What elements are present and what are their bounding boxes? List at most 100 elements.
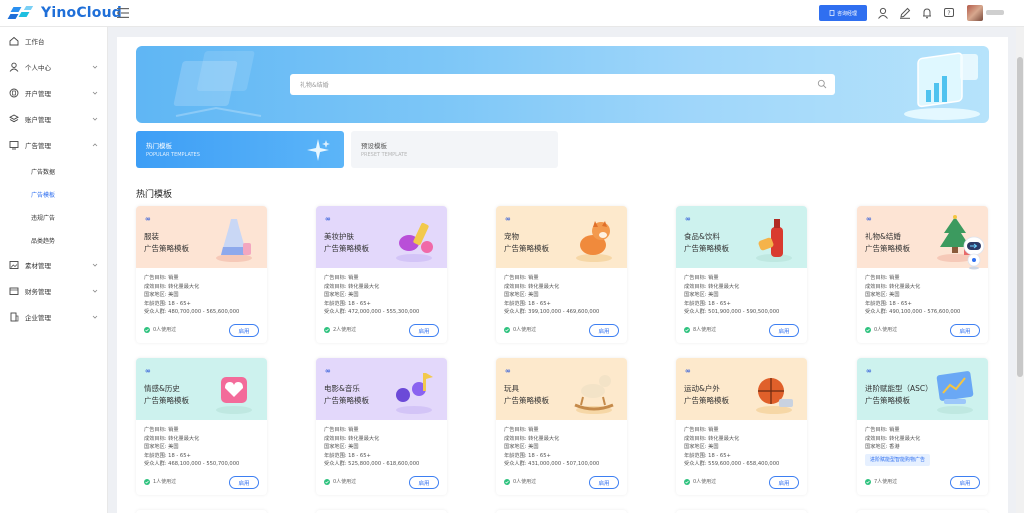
edit-icon[interactable] xyxy=(899,7,911,19)
sidebar-item-label: 企业管理 xyxy=(25,314,51,322)
sidebar-item-finance-management[interactable]: 财务管理 xyxy=(0,282,108,300)
template-card[interactable]: ∞ 运动&户外 广告策略模板 广告目标: 销量 成效目标: 转化量最大化 国家地区: 美国… xyxy=(676,358,807,495)
sidebar-subitem-category-trends[interactable]: 品类趋势 xyxy=(31,236,55,245)
scrollbar-thumb[interactable] xyxy=(1017,57,1023,377)
sidebar-item-label: 素材管理 xyxy=(25,262,51,270)
sidebar-item-ad-management[interactable]: 广告管理 xyxy=(0,136,108,154)
attr-label: 受众人群: xyxy=(504,309,527,315)
use-template-button[interactable]: 启用 xyxy=(589,324,619,337)
meta-logo-icon: ∞ xyxy=(145,367,151,375)
template-card[interactable]: ∞ 食品&饮料 广告策略模板 广告目标: 销量 成效目标: 转化量最大化 国家地区: 美国… xyxy=(676,206,807,343)
template-card[interactable]: ∞ 电影&音乐 广告策略模板 广告目标: 销量 成效目标: 转化量最大化 国家地区: 美国… xyxy=(316,358,447,495)
attr-value: 美国 xyxy=(708,444,719,450)
attr-country: 国家地区: 美国 xyxy=(684,291,779,300)
template-card[interactable]: ∞ 宠物 广告策略模板 广告目标: 销量 成效目标: 转化量最大化 国家地区: 美国 年龄范… xyxy=(496,206,627,343)
tab-popular-templates[interactable]: 热门模板 POPULAR TEMPLATES xyxy=(136,131,344,168)
sidebar-subitem-ad-templates[interactable]: 广告模板 xyxy=(31,190,55,199)
asc-shopping-ads-link[interactable]: 进阶赋能型智能购物广告 xyxy=(865,453,931,466)
attr-label: 广告目标: xyxy=(684,275,707,281)
attr-label: 成效目标: xyxy=(504,283,527,290)
search-icon[interactable] xyxy=(817,79,827,89)
sidebar-subitem-ad-data[interactable]: 广告数据 xyxy=(31,167,55,176)
attr-label: 国家地区: xyxy=(324,292,347,298)
search-input[interactable]: 礼物&结婚 xyxy=(300,80,329,89)
sidebar-subitem-violation-ads[interactable]: 违规广告 xyxy=(31,213,55,222)
tab-preset-templates[interactable]: 预设模板 PRESET TEMPLATE xyxy=(351,131,558,168)
use-template-button[interactable]: 启用 xyxy=(769,324,799,337)
attr-value: 销量 xyxy=(168,275,179,281)
page-scrollbar[interactable] xyxy=(1016,27,1024,513)
sidebar-item-account-opening[interactable]: 开户管理 xyxy=(0,84,108,102)
attr-label: 年龄范围: xyxy=(684,300,707,307)
attr-conversion: 成效目标: 转化量最大化 xyxy=(684,435,779,444)
attr-goal: 广告目标: 销量 xyxy=(684,426,779,435)
tab-subtitle: PRESET TEMPLATE xyxy=(361,152,408,158)
avatar[interactable] xyxy=(967,5,983,21)
attr-value: 转化量最大化 xyxy=(889,435,921,442)
attr-label: 受众人群: xyxy=(324,309,347,315)
use-template-button[interactable]: 启用 xyxy=(950,324,980,337)
template-card[interactable]: ∞ 进阶赋能型（ASC） 广告策略模板 广告目标: 销量 成效目标: 转化量最大化 国家地… xyxy=(857,358,988,495)
meta-logo-icon: ∞ xyxy=(866,367,872,375)
sidebar-item-workbench[interactable]: 工作台 xyxy=(0,32,108,50)
use-template-button[interactable]: 启用 xyxy=(589,476,619,489)
sidebar-item-enterprise-management[interactable]: 企业管理 xyxy=(0,308,108,326)
use-template-button[interactable]: 启用 xyxy=(409,476,439,489)
attr-country: 国家地区: 美国 xyxy=(144,443,239,452)
attr-audience: 受众人群: 490,100,000 - 576,600,000 xyxy=(865,308,960,317)
attr-value: 18 - 65+ xyxy=(348,300,371,307)
attr-country: 国家地区: 美国 xyxy=(324,291,419,300)
attr-audience: 受众人群: 472,000,000 - 555,300,000 xyxy=(324,308,419,317)
card-header: ∞ 服装 广告策略模板 xyxy=(136,206,267,268)
card-header: ∞ 电影&音乐 广告策略模板 xyxy=(316,358,447,420)
card-subtitle: 广告策略模板 xyxy=(504,244,549,253)
use-template-button[interactable]: 启用 xyxy=(229,324,259,337)
check-circle-icon xyxy=(324,326,330,333)
menu-collapse-icon[interactable] xyxy=(117,8,129,18)
use-template-button[interactable]: 启用 xyxy=(409,324,439,337)
template-card[interactable]: ∞ 玩具 广告策略模板 广告目标: 销量 成效目标: 转化量最大化 国家地区: 美国 年龄范… xyxy=(496,358,627,495)
cosmetics-icon xyxy=(396,222,433,262)
sidebar-item-personal-center[interactable]: 个人中心 xyxy=(0,58,108,76)
attr-value: 销量 xyxy=(708,427,719,433)
template-card[interactable]: ∞ 服装 广告策略模板广告目标: 销量 成效目标: 转化量最大化 国家地区: 美国 年龄范… xyxy=(136,206,267,343)
card-title: 电影&音乐 xyxy=(324,384,360,393)
consult-manager-button[interactable]: 咨询经理 xyxy=(819,5,867,21)
sidebar-item-account-management[interactable]: 账户管理 xyxy=(0,110,108,128)
use-template-button[interactable]: 启用 xyxy=(229,476,259,489)
meta-logo-icon: ∞ xyxy=(685,367,691,375)
card-header: ∞ 进阶赋能型（ASC） 广告策略模板 xyxy=(857,358,988,420)
chevron-up-icon xyxy=(92,143,98,147)
template-card[interactable]: ∞ 情感&历史 广告策略模板 广告目标: 销量 成效目标: 转化量最大化 国家地区: 美国… xyxy=(136,358,267,495)
template-search-bar[interactable]: 礼物&结婚 xyxy=(290,74,835,95)
meta-logo-icon: ∞ xyxy=(145,215,151,223)
template-card[interactable]: ∞ 礼物&结婚 广告策略模板 广告目标: 销量 成效目标: 转化量最大化 国家地区: 美国… xyxy=(857,206,988,343)
use-template-button[interactable]: 启用 xyxy=(769,476,799,489)
attr-country: 国家地区: 美国 xyxy=(504,291,599,300)
chevron-down-icon xyxy=(92,263,98,267)
card-attributes: 广告目标: 销量 成效目标: 转化量最大化 国家地区: 美国 年龄范围: 18 - 6… xyxy=(144,274,239,317)
usage-count: 0人使用过 xyxy=(144,326,176,333)
help-chat-icon[interactable]: ? xyxy=(943,7,955,19)
robot-assistant-icon[interactable] xyxy=(963,236,985,270)
banner-3d-chart-illustration xyxy=(904,52,980,120)
user-icon[interactable] xyxy=(877,7,889,19)
check-circle-icon xyxy=(504,326,510,333)
attr-value: 美国 xyxy=(168,292,179,298)
attr-value: 18 - 65+ xyxy=(168,300,191,307)
attr-value: 转化量最大化 xyxy=(348,283,380,290)
template-card[interactable]: ∞ 美妆护肤 广告策略模板 广告目标: 销量 成效目标: 转化量最大化 国家地区: 美国年… xyxy=(316,206,447,343)
card-header: ∞ 运动&户外 广告策略模板 xyxy=(676,358,807,420)
card-title: 玩具 xyxy=(504,384,519,393)
use-template-button[interactable]: 启用 xyxy=(950,476,980,489)
attr-conversion: 成效目标: 转化量最大化 xyxy=(324,435,419,444)
sidebar-item-label: 广告管理 xyxy=(25,142,51,150)
bell-icon[interactable] xyxy=(921,7,933,19)
usage-count-text: 1人使用过 xyxy=(153,479,177,485)
sidebar-item-material-management[interactable]: 素材管理 xyxy=(0,256,108,274)
attr-label: 年龄范围: xyxy=(324,452,347,459)
attr-age: 年龄范围: 18 - 65+ xyxy=(504,452,599,461)
meta-logo-icon: ∞ xyxy=(325,215,331,223)
attr-goal: 广告目标: 销量 xyxy=(865,426,930,435)
logo[interactable]: YinoCloud xyxy=(7,5,122,21)
